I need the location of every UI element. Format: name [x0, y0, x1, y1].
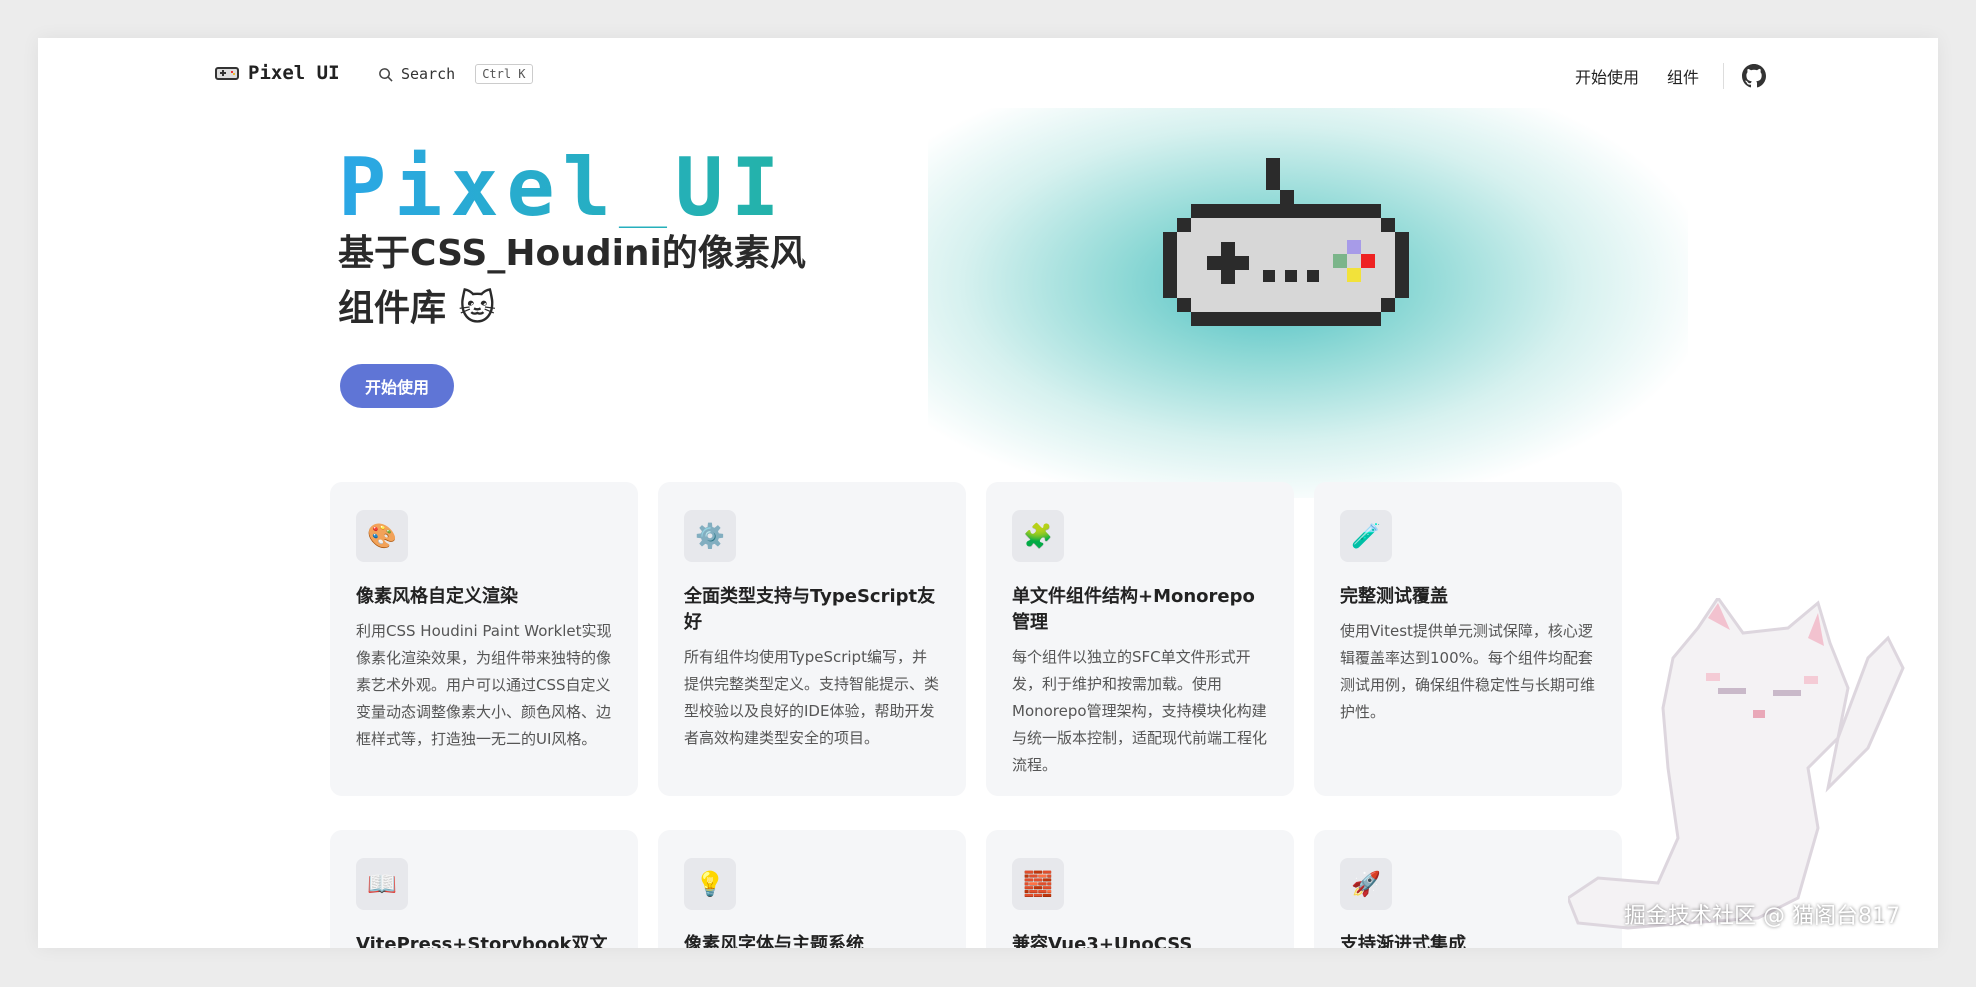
puzzle-icon: 🧩 — [1012, 510, 1064, 562]
gamepad-icon — [215, 67, 239, 80]
search-button[interactable]: Search Ctrl K — [378, 64, 533, 84]
book-icon: 📖 — [356, 858, 408, 910]
hero-subtitle-line2: 组件库 🐱 — [338, 288, 497, 329]
pixel-gamepad-illustration — [1163, 158, 1409, 326]
hero-title: Pixel_UI — [338, 141, 788, 234]
watermark: 掘金技术社区 @ 猫阁台817 — [1624, 904, 1900, 929]
top-nav: Pixel UI Search Ctrl K 开始使用 组件 — [38, 38, 1938, 112]
feature-title: 单文件组件结构+Monorepo管理 — [1012, 586, 1255, 633]
feature-card: 🧩 单文件组件结构+Monorepo管理 每个组件以独立的SFC单文件形式开发，… — [986, 482, 1294, 796]
feature-title: VitePress+Storybook双文 — [356, 934, 608, 948]
feature-card: 🧱 兼容Vue3+UnoCSS — [986, 830, 1294, 948]
page: Pixel UI Search Ctrl K 开始使用 组件 Pixel_UI … — [38, 38, 1938, 948]
feature-desc: 每个组件以独立的SFC单文件形式开发，利于维护和按需加载。使用Monorepo管… — [1012, 648, 1268, 774]
nav-links: 开始使用 组件 — [1547, 62, 1766, 90]
logo-text: Pixel UI — [248, 62, 340, 84]
gear-icon: ⚙️ — [684, 510, 736, 562]
feature-card: 📖 VitePress+Storybook双文 — [330, 830, 638, 948]
logo[interactable]: Pixel UI — [214, 62, 340, 84]
lightbulb-icon: 💡 — [684, 858, 736, 910]
feature-title: 像素风字体与主题系统 — [684, 934, 864, 948]
get-started-button[interactable]: 开始使用 — [340, 364, 454, 408]
feature-card: 💡 像素风字体与主题系统 — [658, 830, 966, 948]
feature-title: 像素风格自定义渲染 — [356, 586, 518, 607]
search-icon — [379, 67, 393, 82]
nav-divider — [1723, 63, 1724, 89]
palette-icon: 🎨 — [356, 510, 408, 562]
search-shortcut: Ctrl K — [475, 64, 533, 84]
nav-link-components[interactable]: 组件 — [1667, 64, 1699, 88]
feature-title: 全面类型支持与TypeScript友好 — [684, 586, 936, 633]
hero-subtitle-line1: 基于CSS_Houdini的像素风 — [338, 233, 806, 274]
pixel-cat-illustration — [1568, 598, 1905, 930]
feature-title: 完整测试覆盖 — [1340, 586, 1448, 607]
feature-title: 兼容Vue3+UnoCSS — [1012, 934, 1193, 948]
rocket-icon: 🚀 — [1340, 858, 1392, 910]
feature-desc: 所有组件均使用TypeScript编写，并提供完整类型定义。支持智能提示、类型校… — [684, 648, 940, 747]
feature-desc: 使用Vitest提供单元测试保障，核心逻辑覆盖率达到100%。每个组件均配套测试… — [1340, 622, 1596, 721]
hero-subtitle: 基于CSS_Houdini的像素风 组件库 🐱 — [338, 226, 978, 336]
feature-title: 支持渐进式集成 — [1340, 934, 1466, 948]
github-icon[interactable] — [1742, 64, 1766, 88]
feature-card: 🎨 像素风格自定义渲染 利用CSS Houdini Paint Worklet实… — [330, 482, 638, 796]
test-tube-icon: 🧪 — [1340, 510, 1392, 562]
feature-card: ⚙️ 全面类型支持与TypeScript友好 所有组件均使用TypeScript… — [658, 482, 966, 796]
nav-link-get-started[interactable]: 开始使用 — [1575, 64, 1639, 88]
brick-icon: 🧱 — [1012, 858, 1064, 910]
search-label: Search — [401, 65, 456, 83]
feature-desc: 利用CSS Houdini Paint Worklet实现像素化渲染效果，为组件… — [356, 622, 612, 748]
